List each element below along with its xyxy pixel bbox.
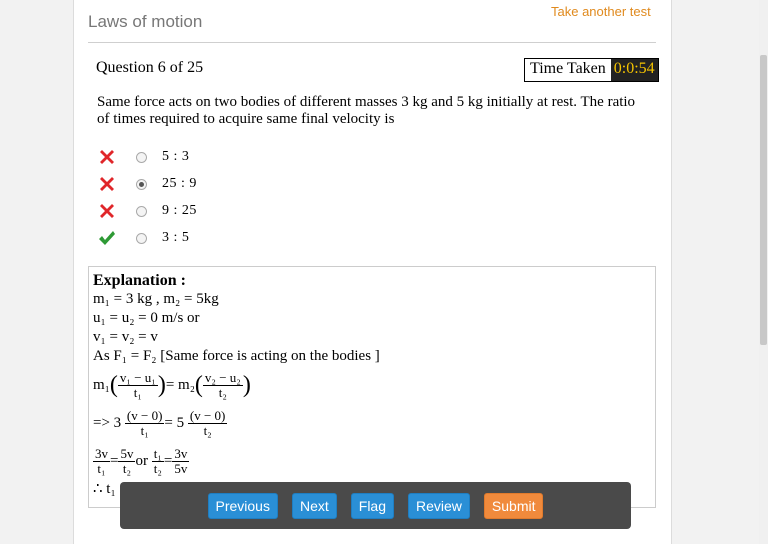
numerator: (v − 0) — [124, 407, 165, 424]
question-counter: Question 6 of 25 — [96, 59, 204, 76]
option-2[interactable]: 25 : 9 — [96, 173, 197, 195]
review-button[interactable]: Review — [408, 492, 470, 519]
explanation-box: Explanation : m₁ = 3 kg , m₂ = 5kg u₁ = … — [88, 266, 656, 508]
navigation-bar: Previous Next Flag Review Submit — [120, 482, 631, 529]
timer: Time Taken 0:0:54 — [524, 58, 659, 82]
option-radio[interactable] — [136, 205, 147, 217]
equation-2: => 3 (v − 0) t₁ = 5 (v − 0) t₂ — [93, 404, 380, 442]
numerator: t₁ — [151, 445, 164, 462]
numerator: (v − 0) — [187, 407, 228, 424]
fraction: 3v t₁ — [93, 445, 110, 476]
page-title: Laws of motion — [88, 12, 203, 31]
denominator: t₂ — [122, 460, 132, 476]
equation-term: or — [135, 452, 148, 469]
submit-button[interactable]: Submit — [483, 492, 544, 519]
numerator: v₁ − u₁ — [117, 369, 158, 386]
paren: ( — [194, 372, 203, 398]
option-radio[interactable] — [136, 151, 147, 163]
fraction: v₂ − u₂ t₂ — [202, 369, 243, 400]
cross-icon — [96, 146, 118, 168]
equation-term: => 3 — [93, 414, 122, 431]
fraction: 5v t₂ — [118, 445, 136, 476]
denominator: t₁ — [97, 460, 106, 476]
option-label: 9 : 25 — [162, 203, 197, 218]
explanation-line: v₁ = v₂ = v — [93, 329, 158, 345]
numerator: 3v — [93, 445, 110, 462]
scrollbar-thumb[interactable] — [760, 55, 767, 345]
question-text: Same force acts on two bodies of differe… — [97, 94, 636, 127]
option-3[interactable]: 9 : 25 — [96, 200, 197, 222]
numerator: v₂ − u₂ — [202, 369, 243, 386]
paren: ) — [242, 372, 251, 398]
equation-term: = m₂ — [165, 376, 195, 393]
fraction: 3v 5v — [172, 445, 190, 476]
fraction: t₁ t₂ — [151, 445, 164, 476]
equation-term: = — [163, 452, 173, 469]
explanation-line: u₁ = u₂ = 0 m/s or — [93, 310, 200, 326]
denominator: 5v — [174, 460, 188, 476]
denominator: t₂ — [153, 460, 162, 476]
option-radio[interactable] — [136, 232, 147, 244]
take-another-test-link[interactable]: Take another test — [551, 4, 651, 19]
numerator: 5v — [118, 445, 136, 462]
option-radio[interactable] — [136, 178, 147, 190]
equation-3: 3v t₁ = 5v t₂ or t₁ t₂ = 3v 5v — [93, 442, 380, 480]
option-4[interactable]: 3 : 5 — [96, 227, 189, 249]
explanation-heading: Explanation : — [93, 272, 186, 289]
previous-button[interactable]: Previous — [207, 492, 278, 519]
equation-1: m₁ ( v₁ − u₁ t₁ ) = m₂ ( v₂ − u₂ t₂ ) — [93, 366, 380, 404]
checkmark-icon — [96, 227, 118, 249]
timer-label: Time Taken — [525, 59, 611, 81]
cross-icon — [96, 173, 118, 195]
fraction: (v − 0) t₂ — [187, 407, 228, 438]
option-label: 5 : 3 — [162, 149, 190, 164]
equation-term: m₁ — [93, 376, 110, 393]
explanation-line: m₁ = 3 kg , m₂ = 5kg — [93, 291, 219, 307]
divider — [88, 42, 656, 43]
page-scrollbar[interactable] — [759, 0, 768, 544]
fraction: (v − 0) t₁ — [124, 407, 165, 438]
cross-icon — [96, 200, 118, 222]
denominator: t₂ — [203, 422, 212, 438]
next-button[interactable]: Next — [291, 492, 337, 519]
fraction: v₁ − u₁ t₁ — [117, 369, 158, 400]
denominator: t₁ — [140, 422, 149, 438]
equation-term: = 5 — [164, 414, 185, 431]
numerator: 3v — [172, 445, 190, 462]
option-label: 3 : 5 — [162, 230, 190, 245]
option-1[interactable]: 5 : 3 — [96, 146, 189, 168]
flag-button[interactable]: Flag — [350, 492, 394, 519]
option-label: 25 : 9 — [162, 176, 197, 191]
timer-value: 0:0:54 — [610, 59, 658, 81]
denominator: t₁ — [133, 384, 142, 400]
paren: ) — [157, 372, 166, 398]
explanation-line: As F₁ = F₂ [Same force is acting on the … — [93, 348, 380, 364]
denominator: t₂ — [218, 384, 227, 400]
equation-term: = — [110, 452, 119, 469]
paren: ( — [109, 372, 118, 398]
